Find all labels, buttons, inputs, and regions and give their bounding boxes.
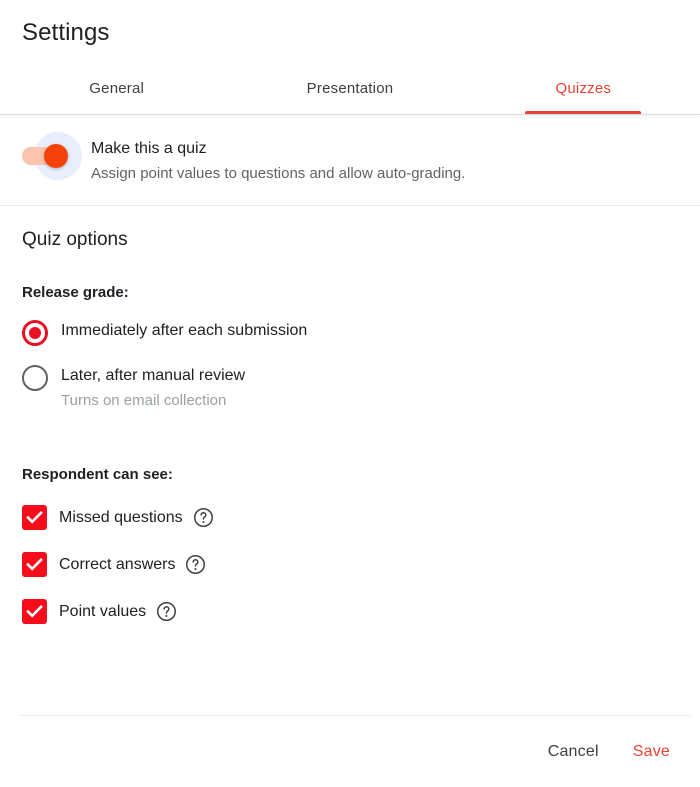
respondent-can-see-label: Respondent can see: bbox=[22, 466, 173, 483]
radio-immediately-after-each-submission[interactable]: Immediately after each submission bbox=[22, 319, 678, 346]
toggle-thumb bbox=[44, 144, 68, 168]
radio-later-after-manual-review[interactable]: Later, after manual review Turns on emai… bbox=[22, 364, 678, 412]
checkbox-row-missed-questions[interactable]: Missed questions bbox=[22, 505, 678, 530]
radio-selected-icon[interactable] bbox=[22, 320, 48, 346]
make-this-a-quiz-toggle[interactable] bbox=[22, 132, 82, 180]
dialog-footer: Cancel Save bbox=[0, 716, 700, 787]
radio-later-texts: Later, after manual review Turns on emai… bbox=[61, 364, 245, 412]
tab-presentation-label: Presentation bbox=[306, 79, 394, 97]
checkbox-row-correct-answers[interactable]: Correct answers bbox=[22, 552, 678, 577]
checkbox-checked-icon[interactable] bbox=[22, 599, 47, 624]
page-title: Settings bbox=[22, 19, 110, 46]
dialog-header: Settings bbox=[0, 0, 700, 48]
tab-general[interactable]: General bbox=[0, 62, 233, 114]
make-this-a-quiz-row[interactable]: Make this a quiz Assign point values to … bbox=[0, 115, 700, 205]
tab-general-label: General bbox=[89, 79, 145, 97]
help-icon[interactable] bbox=[193, 507, 214, 528]
checkbox-row-point-values[interactable]: Point values bbox=[22, 599, 678, 624]
release-grade-label: Release grade: bbox=[22, 284, 129, 301]
help-icon[interactable] bbox=[185, 554, 206, 575]
checkbox-checked-icon[interactable] bbox=[22, 552, 47, 577]
cancel-button[interactable]: Cancel bbox=[536, 735, 611, 769]
checkbox-correct-answers-label: Correct answers bbox=[59, 555, 176, 573]
make-this-a-quiz-description: Assign point values to questions and all… bbox=[91, 165, 466, 182]
header-divider bbox=[0, 114, 700, 115]
tab-bar: General Presentation Quizzes bbox=[0, 62, 700, 114]
checkbox-missed-questions-label: Missed questions bbox=[59, 508, 183, 526]
radio-later-label: Later, after manual review bbox=[61, 367, 246, 384]
tab-presentation[interactable]: Presentation bbox=[233, 62, 466, 114]
quiz-options-section: Quiz options Release grade: Immediately … bbox=[0, 206, 700, 624]
radio-unselected-icon[interactable] bbox=[22, 365, 48, 391]
radio-later-sublabel: Turns on email collection bbox=[61, 392, 227, 409]
radio-immediately-label: Immediately after each submission bbox=[61, 322, 308, 339]
help-icon[interactable] bbox=[156, 601, 177, 622]
quiz-options-heading: Quiz options bbox=[22, 229, 128, 250]
make-this-a-quiz-label: Make this a quiz bbox=[91, 140, 207, 157]
radio-immediately-texts: Immediately after each submission bbox=[61, 319, 307, 343]
checkbox-checked-icon[interactable] bbox=[22, 505, 47, 530]
tab-quizzes[interactable]: Quizzes bbox=[467, 62, 700, 114]
checkbox-point-values-label: Point values bbox=[59, 602, 147, 620]
make-this-a-quiz-texts: Make this a quiz Assign point values to … bbox=[91, 137, 465, 185]
tab-quizzes-label: Quizzes bbox=[555, 79, 612, 97]
save-button[interactable]: Save bbox=[621, 735, 682, 769]
